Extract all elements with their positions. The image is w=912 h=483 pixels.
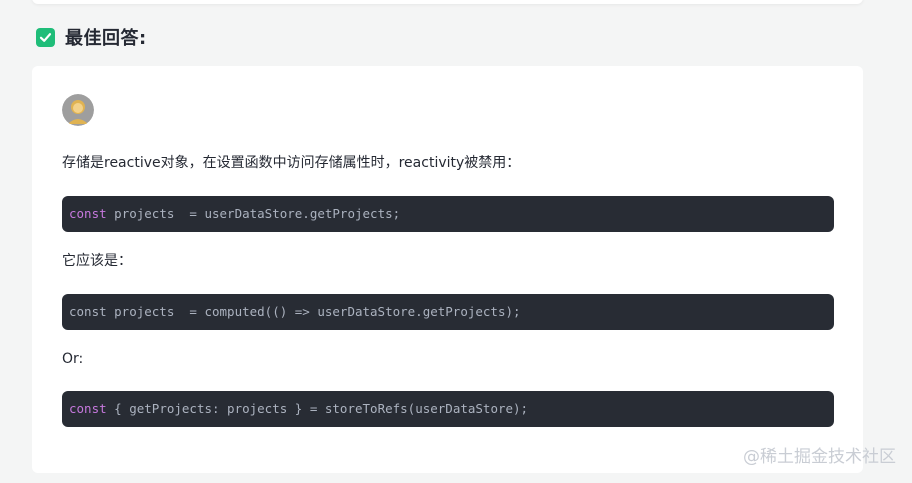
answer-card: 存储是reactive对象，在设置函数中访问存储属性时，reactivity被禁…	[32, 66, 863, 473]
code-block-1: const projects = userDataStore.getProjec…	[62, 196, 834, 232]
previous-card	[32, 0, 863, 4]
code-keyword: const	[69, 206, 107, 221]
code-block-2: const projects = computed(() => userData…	[62, 294, 834, 330]
check-icon	[36, 27, 55, 47]
watermark: @稀土掘金技术社区	[743, 447, 896, 467]
code-text: { getProjects: projects } = storeToRefs(…	[106, 401, 529, 416]
answer-middle-text: 它应该是：	[62, 253, 132, 269]
code-text: const projects = computed(() => userData…	[69, 304, 521, 319]
answer-or-text: Or:	[62, 351, 84, 367]
code-keyword: const	[69, 401, 107, 416]
avatar[interactable]	[62, 94, 94, 126]
best-answer-title: 最佳回答:	[65, 28, 147, 49]
best-answer-header: 最佳回答:	[36, 26, 147, 49]
code-text: projects = userDataStore.getProjects;	[106, 206, 401, 221]
answer-intro-text: 存储是reactive对象，在设置函数中访问存储属性时，reactivity被禁…	[62, 155, 521, 171]
code-block-3: const { getProjects: projects } = storeT…	[62, 391, 834, 427]
